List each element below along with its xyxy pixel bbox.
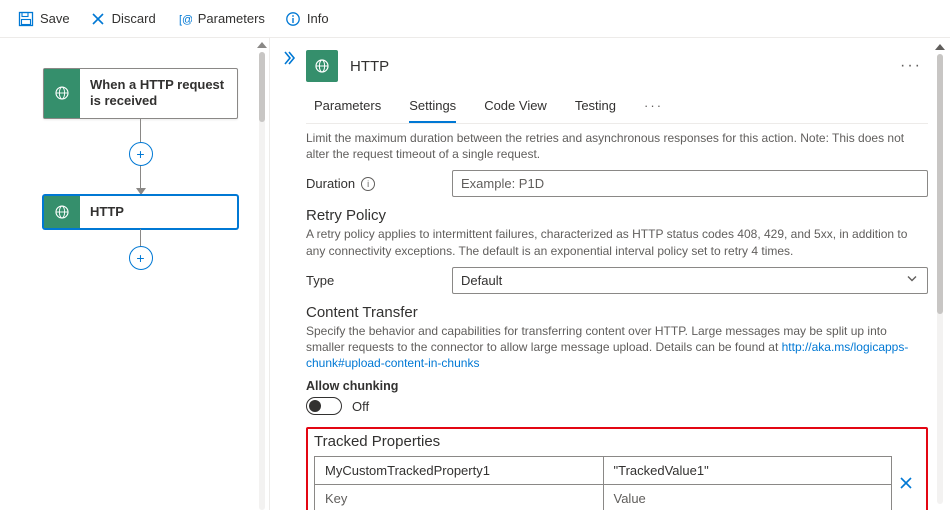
add-step-button[interactable]: + [129,246,153,270]
panel-more-button[interactable]: ··· [900,57,928,75]
info-button[interactable]: Info [277,7,337,31]
tab-settings[interactable]: Settings [409,92,456,123]
save-label: Save [40,11,70,26]
chunk-state: Off [352,399,369,414]
tracked-row-new: Key Value [315,484,891,510]
discard-label: Discard [112,11,156,26]
parameters-button[interactable]: [@] Parameters [168,7,273,31]
tracked-title: Tracked Properties [314,433,920,450]
svg-text:[@]: [@] [179,14,192,26]
connector-line [140,165,141,189]
retry-type-label: Type [306,273,446,288]
panel-scrollbar[interactable] [934,44,946,504]
content-help: Specify the behavior and capabilities fo… [306,323,928,372]
workflow-canvas[interactable]: When a HTTP request is received + HTTP + [0,38,270,510]
chunk-toggle[interactable] [306,397,342,415]
retry-title: Retry Policy [306,207,928,224]
retry-type-select[interactable] [452,267,928,294]
trigger-icon [44,69,80,118]
panel-tabs: Parameters Settings Code View Testing ··… [306,92,928,124]
save-button[interactable]: Save [10,7,78,31]
parameters-icon: [@] [176,11,192,27]
info-icon [285,11,301,27]
content-title: Content Transfer [306,304,928,321]
discard-icon [90,11,106,27]
settings-panel: HTTP ··· Parameters Settings Code View T… [270,38,950,510]
tab-overflow-button[interactable]: ··· [644,92,663,123]
trigger-label: When a HTTP request is received [80,69,237,118]
info-label: Info [307,11,329,26]
duration-help: Limit the maximum duration between the r… [306,130,928,162]
chunk-label: Allow chunking [306,379,928,393]
panel-title: HTTP [350,58,389,75]
tracked-delete-button[interactable] [892,452,920,510]
tracked-value-input[interactable]: "TrackedValue1" [603,457,892,484]
discard-button[interactable]: Discard [82,7,164,31]
action-label: HTTP [80,196,237,228]
tab-code-view[interactable]: Code View [484,92,547,123]
tab-testing[interactable]: Testing [575,92,616,123]
save-icon [18,11,34,27]
parameters-label: Parameters [198,11,265,26]
connector-line [140,119,141,143]
trigger-node[interactable]: When a HTTP request is received [43,68,238,119]
add-step-button[interactable]: + [129,142,153,166]
scroll-up-icon [257,42,267,48]
expand-panel-button[interactable] [280,50,296,71]
scroll-up-icon [935,44,945,50]
panel-action-icon [306,50,338,82]
action-icon [44,196,80,228]
tracked-key-input[interactable]: Key [315,485,603,510]
tracked-value-input[interactable]: Value [603,485,892,510]
arrow-tip-icon [136,188,146,195]
duration-input[interactable] [452,170,928,197]
connector-line [140,229,141,247]
tracked-properties-section: Tracked Properties MyCustomTrackedProper… [306,427,928,510]
retry-help: A retry policy applies to intermittent f… [306,226,928,258]
tab-parameters[interactable]: Parameters [314,92,381,123]
tracked-row: MyCustomTrackedProperty1 "TrackedValue1" [315,457,891,484]
tracked-key-input[interactable]: MyCustomTrackedProperty1 [315,457,603,484]
action-node-http[interactable]: HTTP [43,195,238,229]
duration-label: Duration i [306,176,446,191]
top-toolbar: Save Discard [@] Parameters Info [0,0,950,38]
canvas-scrollbar[interactable] [255,38,269,510]
info-icon[interactable]: i [361,177,375,191]
